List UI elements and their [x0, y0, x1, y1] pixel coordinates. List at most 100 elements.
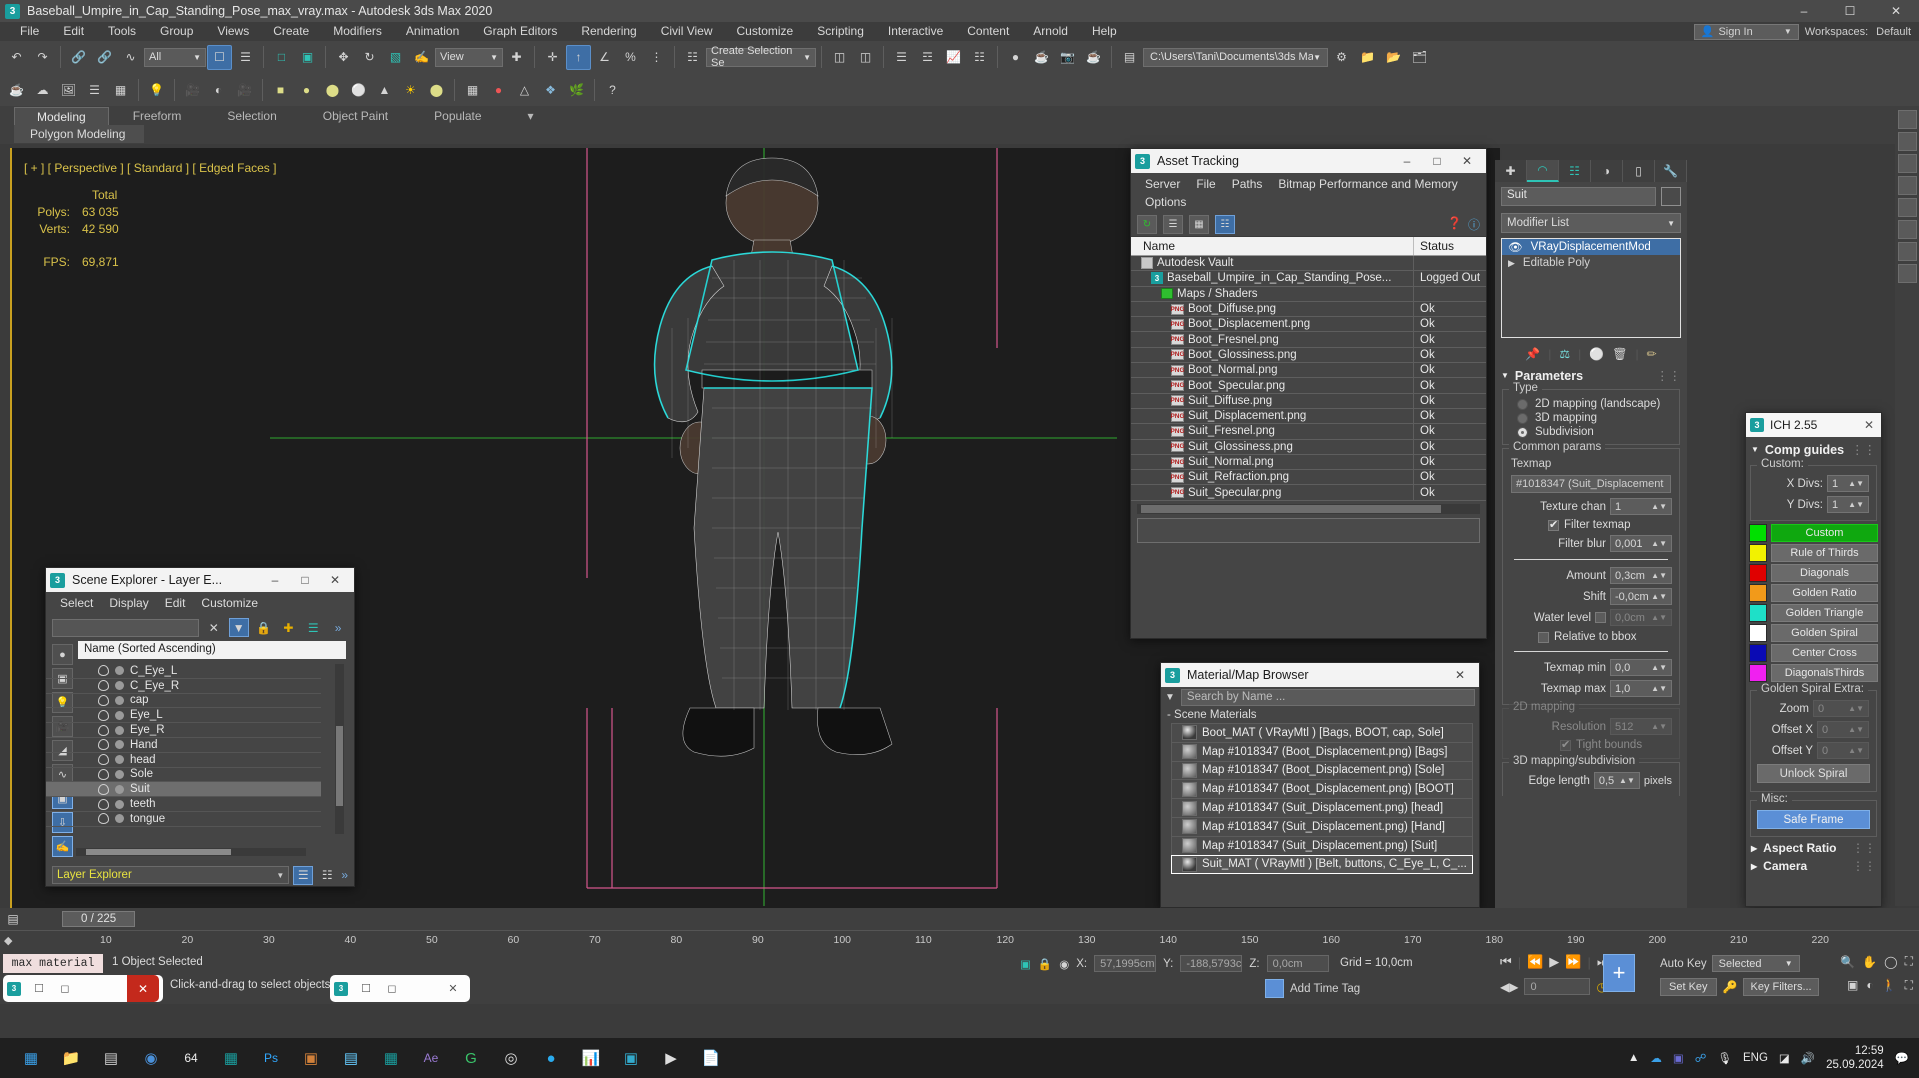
freeze-dot-icon[interactable] [115, 695, 124, 705]
render-frame-window-icon[interactable]: 📷 [1055, 45, 1080, 70]
ich-panel[interactable]: 3 ICH 2.55 ✕ ▼ Comp guides ⋮⋮ Custom: X … [1745, 412, 1882, 907]
scene-vertical-scrollbar[interactable] [335, 664, 344, 834]
safe-frame-button[interactable]: Safe Frame [1757, 810, 1870, 829]
offset-y-spinner[interactable]: 0 ▲▼ [1817, 742, 1869, 759]
spinner-arrows-icon[interactable]: ▲▼ [1651, 502, 1667, 511]
unlink-selection-icon[interactable]: 🔗 [92, 45, 117, 70]
rail-icon-5[interactable] [1897, 198, 1917, 217]
collapse-icon[interactable]: - [1167, 709, 1171, 721]
list-item[interactable]: Map #1018347 (Suit_Displacement.png) [Su… [1171, 835, 1473, 856]
list-view-icon[interactable]: ☰ [82, 77, 107, 102]
lock-icon[interactable]: 🔒 [1038, 957, 1052, 971]
spinner-arrows-icon[interactable]: ▲▼ [1619, 776, 1635, 785]
freeze-dot-icon[interactable] [115, 740, 124, 750]
list-item[interactable]: Map #1018347 (Suit_Displacement.png) [he… [1171, 798, 1473, 818]
menu-interactive[interactable]: Interactive [876, 22, 955, 41]
guide-button[interactable]: Center Cross [1771, 644, 1878, 662]
freeze-dot-icon[interactable] [115, 769, 124, 779]
table-row[interactable]: PNG Boot_Specular.png Ok [1131, 378, 1486, 394]
schematic-view-icon[interactable]: ☷ [967, 45, 992, 70]
orbit-icon[interactable]: ◯ [1884, 955, 1897, 969]
onedrive-icon[interactable]: ☁ [1650, 1051, 1662, 1065]
list-view-icon[interactable]: ☰ [1163, 215, 1183, 234]
vray-fur-icon[interactable]: 🌿 [564, 77, 589, 102]
select-and-link-icon[interactable]: 🔗 [66, 45, 91, 70]
cylinder-primitive-icon[interactable]: ⬤ [320, 77, 345, 102]
time-config-icon[interactable]: ▤ [4, 910, 22, 928]
water-level-checkbox[interactable] [1595, 612, 1606, 623]
zoom-icon[interactable]: 🔍 [1840, 955, 1855, 969]
maximize-button[interactable]: □ [1422, 149, 1452, 173]
redo-icon[interactable]: ↷ [30, 45, 55, 70]
material-search-input[interactable]: Search by Name ... [1180, 688, 1475, 706]
guide-color-swatch[interactable] [1749, 664, 1767, 682]
eye-icon[interactable]: 👁 [1508, 240, 1523, 254]
rail-icon-4[interactable] [1897, 176, 1917, 195]
table-row[interactable]: PNG Suit_Normal.png Ok [1131, 454, 1486, 471]
tab-freeform[interactable]: Freeform [111, 107, 204, 125]
align-icon[interactable]: ◫ [853, 45, 878, 70]
guide-color-swatch[interactable] [1749, 624, 1767, 642]
space-warp-icon[interactable]: △ [512, 77, 537, 102]
water-level-spinner[interactable]: 0,0cm ▲▼ [1610, 609, 1672, 626]
freeze-dot-icon[interactable] [115, 725, 124, 735]
rectangular-selection-region-icon[interactable]: □ [269, 45, 294, 70]
file-explorer-icon[interactable]: 📁 [52, 1039, 90, 1077]
list-item[interactable]: head [46, 753, 321, 768]
maximize-viewport-icon[interactable]: ⛶ [1905, 954, 1913, 969]
photos-icon[interactable]: ▣ [612, 1039, 650, 1077]
list-item[interactable]: teeth [46, 797, 321, 812]
list-item[interactable]: Map #1018347 (Boot_Displacement.png) [Ba… [1171, 741, 1473, 762]
spinner-arrows-icon[interactable]: ▲▼ [1651, 613, 1667, 622]
rail-icon-7[interactable] [1897, 242, 1917, 261]
trackbar-key-icon[interactable]: ◆ [4, 934, 12, 947]
particle-system-icon[interactable]: ▦ [460, 77, 485, 102]
create-tab-icon[interactable]: ✚ [1495, 160, 1527, 182]
rail-icon-1[interactable] [1897, 110, 1917, 129]
spinner-arrows-icon[interactable]: ▲▼ [1848, 704, 1864, 713]
list-item[interactable]: tongue [46, 812, 321, 827]
open-folder-icon[interactable]: 📁 [1355, 45, 1380, 70]
menu-customize[interactable]: Customize [725, 22, 806, 41]
spinner-arrows-icon[interactable]: ▲▼ [1651, 722, 1667, 731]
time-slider[interactable]: ▤ 0 / 225 [0, 908, 1919, 930]
spinner-arrows-icon[interactable]: ▲▼ [1848, 500, 1864, 509]
render-setup-icon[interactable]: ☕ [1029, 45, 1054, 70]
cloud-icon[interactable]: ☁ [30, 77, 55, 102]
restore-icon[interactable]: ☐ [353, 982, 379, 995]
modify-tab-icon[interactable]: ◠ [1527, 160, 1559, 182]
camera-icon[interactable]: 🎥 [180, 77, 205, 102]
tab-selection[interactable]: Selection [205, 107, 298, 125]
snaps-toggle-icon[interactable]: ↑ [566, 44, 591, 70]
layer-view-icon[interactable]: ☰ [293, 865, 314, 885]
radio-subdivision[interactable]: Subdivision [1508, 425, 1674, 439]
x-divs-spinner[interactable]: 1 ▲▼ [1827, 475, 1869, 492]
radio-3d-mapping[interactable]: 3D mapping [1508, 411, 1674, 425]
percent-snap-toggle-icon[interactable]: % [618, 45, 643, 70]
new-project-icon[interactable]: 📂 [1381, 45, 1406, 70]
select-and-place-icon[interactable]: ✍ [409, 45, 434, 70]
freeze-dot-icon[interactable] [115, 666, 124, 676]
current-frame-indicator[interactable]: 0 / 225 [62, 911, 136, 927]
angle-snap-toggle-icon[interactable]: ∠ [592, 45, 617, 70]
visibility-eye-icon[interactable] [98, 709, 109, 721]
table-row[interactable]: Maps / Shaders [1131, 286, 1486, 302]
table-row[interactable]: PNG Suit_Glossiness.png Ok [1131, 439, 1486, 455]
ribbon-toggle-icon[interactable]: ☲ [915, 45, 940, 70]
compound-object-icon[interactable]: ● [486, 77, 511, 102]
x-field[interactable]: 57,1995cm [1094, 955, 1157, 972]
info-icon[interactable]: ⓘ [1468, 216, 1480, 233]
chevron-up-icon[interactable]: ▲ [1628, 1052, 1639, 1064]
y-divs-spinner[interactable]: 1 ▲▼ [1827, 496, 1869, 513]
tab-object-paint[interactable]: Object Paint [301, 107, 410, 125]
list-item[interactable]: Suit [46, 782, 321, 798]
filter-bones-icon[interactable]: ✍ [52, 836, 73, 857]
project-path-field[interactable]: C:\Users\Tani\Documents\3ds Max 2020 ▼ [1143, 47, 1328, 67]
tight-bounds-checkbox[interactable]: Tight bounds [1508, 737, 1674, 753]
select-and-rotate-icon[interactable]: ↻ [357, 45, 382, 70]
menu-views[interactable]: Views [205, 22, 261, 41]
menu-group[interactable]: Group [148, 22, 205, 41]
guide-color-swatch[interactable] [1749, 524, 1767, 542]
menu-edit[interactable]: Edit [51, 22, 96, 41]
amount-spinner[interactable]: 0,3cm ▲▼ [1610, 567, 1672, 584]
